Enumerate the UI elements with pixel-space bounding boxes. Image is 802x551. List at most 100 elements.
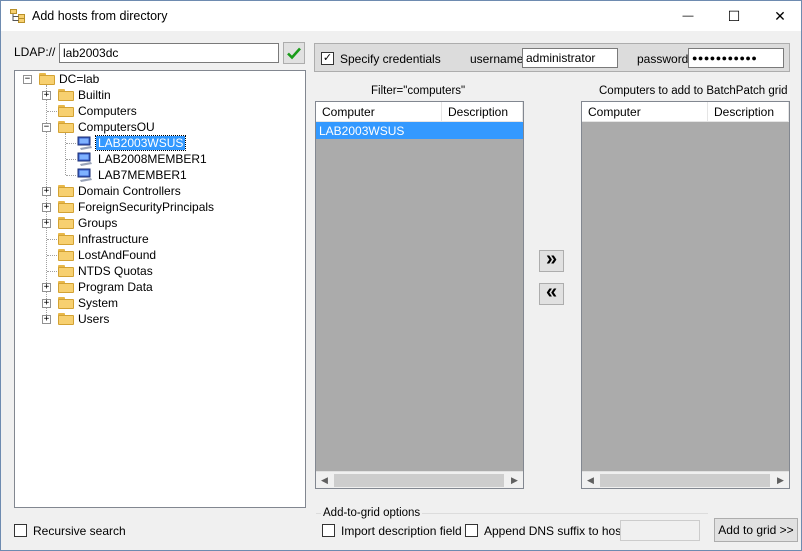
tree-node-root[interactable]: DC=lab [57, 72, 101, 86]
column-header-computer[interactable]: Computer [582, 102, 708, 122]
folder-icon [58, 217, 74, 229]
folder-icon [58, 297, 74, 309]
list-header: Computer Description [582, 102, 789, 122]
folder-icon [58, 201, 74, 213]
minimize-icon: — [682, 10, 694, 22]
column-header-description[interactable]: Description [442, 102, 523, 122]
folder-icon [58, 185, 74, 197]
recursive-search-checkbox[interactable] [14, 524, 27, 537]
tree-node-users[interactable]: Users [76, 312, 111, 326]
close-icon: ✕ [774, 7, 786, 24]
tree-expander[interactable]: + [42, 219, 51, 228]
tree-connector [47, 271, 57, 272]
append-dns-suffix-checkbox[interactable] [465, 524, 478, 537]
tree-node-builtin[interactable]: Builtin [76, 88, 113, 102]
folder-icon [58, 233, 74, 245]
tree-node-ntds-quotas[interactable]: NTDS Quotas [76, 264, 155, 278]
column-header-description[interactable]: Description [708, 102, 789, 122]
horizontal-scrollbar[interactable]: ◀ ▶ [582, 471, 789, 488]
folder-icon [58, 121, 74, 133]
horizontal-scrollbar[interactable]: ◀ ▶ [316, 471, 523, 488]
computer-icon [77, 136, 92, 150]
tree-node-groups[interactable]: Groups [76, 216, 119, 230]
specify-credentials-label: Specify credentials [340, 52, 441, 66]
add-to-grid-group-label: Add-to-grid options [321, 507, 423, 519]
password-input[interactable]: ●●●●●●●●●●● [688, 48, 784, 68]
tree-node-lab2003wsus[interactable]: LAB2003WSUS [94, 135, 187, 151]
username-label: username: [470, 52, 527, 66]
username-input[interactable]: administrator [522, 48, 618, 68]
tree-node-infrastructure[interactable]: Infrastructure [76, 232, 151, 246]
computer-icon [77, 152, 92, 166]
right-list-caption: Computers to add to BatchPatch grid [599, 85, 788, 97]
dialog-window: Add hosts from directory — ☐ ✕ LDAP:// l… [0, 0, 802, 551]
folder-icon [58, 281, 74, 293]
ldap-input[interactable]: lab2003dc [59, 43, 279, 63]
tree-node-lost-and-found[interactable]: LostAndFound [76, 248, 158, 262]
list-item-computer: LAB2003WSUS [319, 124, 405, 138]
tree-node-lab2008member1[interactable]: LAB2008MEMBER1 [96, 152, 209, 166]
tree-connector [66, 143, 76, 144]
tree-node-system[interactable]: System [76, 296, 120, 310]
scrollbar-thumb[interactable] [334, 474, 504, 487]
list-header: Computer Description [316, 102, 523, 122]
filtered-computers-list[interactable]: Computer Description LAB2003WSUS ◀ ▶ [315, 101, 524, 489]
tree-connector [65, 133, 66, 175]
password-label: password: [637, 52, 692, 66]
tree-expander[interactable]: + [42, 299, 51, 308]
tree-node-computers[interactable]: Computers [76, 104, 139, 118]
title-bar: Add hosts from directory — ☐ ✕ [1, 1, 801, 31]
tree-expander[interactable]: − [23, 75, 32, 84]
tree-connector [66, 159, 76, 160]
tree-node-computersou[interactable]: ComputersOU [76, 120, 157, 134]
remove-selected-button[interactable]: « [539, 282, 564, 305]
ldap-go-button[interactable] [283, 42, 305, 64]
tree-node-domain-controllers[interactable]: Domain Controllers [76, 184, 183, 198]
folder-icon [58, 89, 74, 101]
tree-node-foreign-security-principals[interactable]: ForeignSecurityPrincipals [76, 200, 216, 214]
maximize-button[interactable]: ☐ [711, 1, 757, 31]
tree-node-lab7member1[interactable]: LAB7MEMBER1 [96, 168, 189, 182]
tree-expander[interactable]: + [42, 187, 51, 196]
tree-expander[interactable]: + [42, 91, 51, 100]
folder-icon [58, 105, 74, 117]
checkmark-icon [287, 47, 301, 60]
list-item[interactable]: LAB2003WSUS [316, 122, 523, 139]
append-dns-suffix-label: Append DNS suffix to hosts: [484, 524, 634, 538]
ldap-label: LDAP:// [14, 45, 56, 59]
tree-node-program-data[interactable]: Program Data [76, 280, 155, 294]
scroll-left-icon[interactable]: ◀ [316, 472, 333, 489]
tree-connector [47, 239, 57, 240]
tree-expander[interactable]: + [42, 203, 51, 212]
maximize-icon: ☐ [727, 7, 741, 24]
scroll-left-icon[interactable]: ◀ [582, 472, 599, 489]
tree-expander[interactable]: − [42, 123, 51, 132]
folder-icon [58, 249, 74, 261]
column-header-computer[interactable]: Computer [316, 102, 442, 122]
folder-icon [58, 313, 74, 325]
add-selected-button[interactable]: » [539, 249, 564, 272]
add-to-grid-button[interactable]: Add to grid >> [714, 518, 798, 542]
minimize-button[interactable]: — [665, 1, 711, 31]
tree-expander[interactable]: + [42, 315, 51, 324]
dns-suffix-input[interactable] [620, 520, 700, 541]
left-list-caption: Filter="computers" [371, 85, 466, 97]
import-description-checkbox[interactable] [322, 524, 335, 537]
scroll-right-icon[interactable]: ▶ [772, 472, 789, 489]
close-button[interactable]: ✕ [757, 1, 802, 31]
folder-icon [39, 73, 55, 85]
tree-expander[interactable]: + [42, 283, 51, 292]
tree-connector [47, 255, 57, 256]
window-title: Add hosts from directory [32, 9, 168, 23]
credentials-bar: ✓ Specify credentials username: administ… [314, 43, 790, 72]
directory-tree[interactable]: − DC=lab + Builtin Computers − Computers… [14, 70, 306, 508]
recursive-search-label: Recursive search [33, 524, 126, 538]
tree-connector [66, 175, 76, 176]
scrollbar-thumb[interactable] [600, 474, 770, 487]
computers-to-add-list[interactable]: Computer Description ◀ ▶ [581, 101, 790, 489]
scroll-right-icon[interactable]: ▶ [506, 472, 523, 489]
specify-credentials-checkbox[interactable]: ✓ [321, 52, 334, 65]
folder-icon [58, 265, 74, 277]
computer-icon [77, 168, 92, 182]
app-tree-icon [10, 9, 25, 23]
